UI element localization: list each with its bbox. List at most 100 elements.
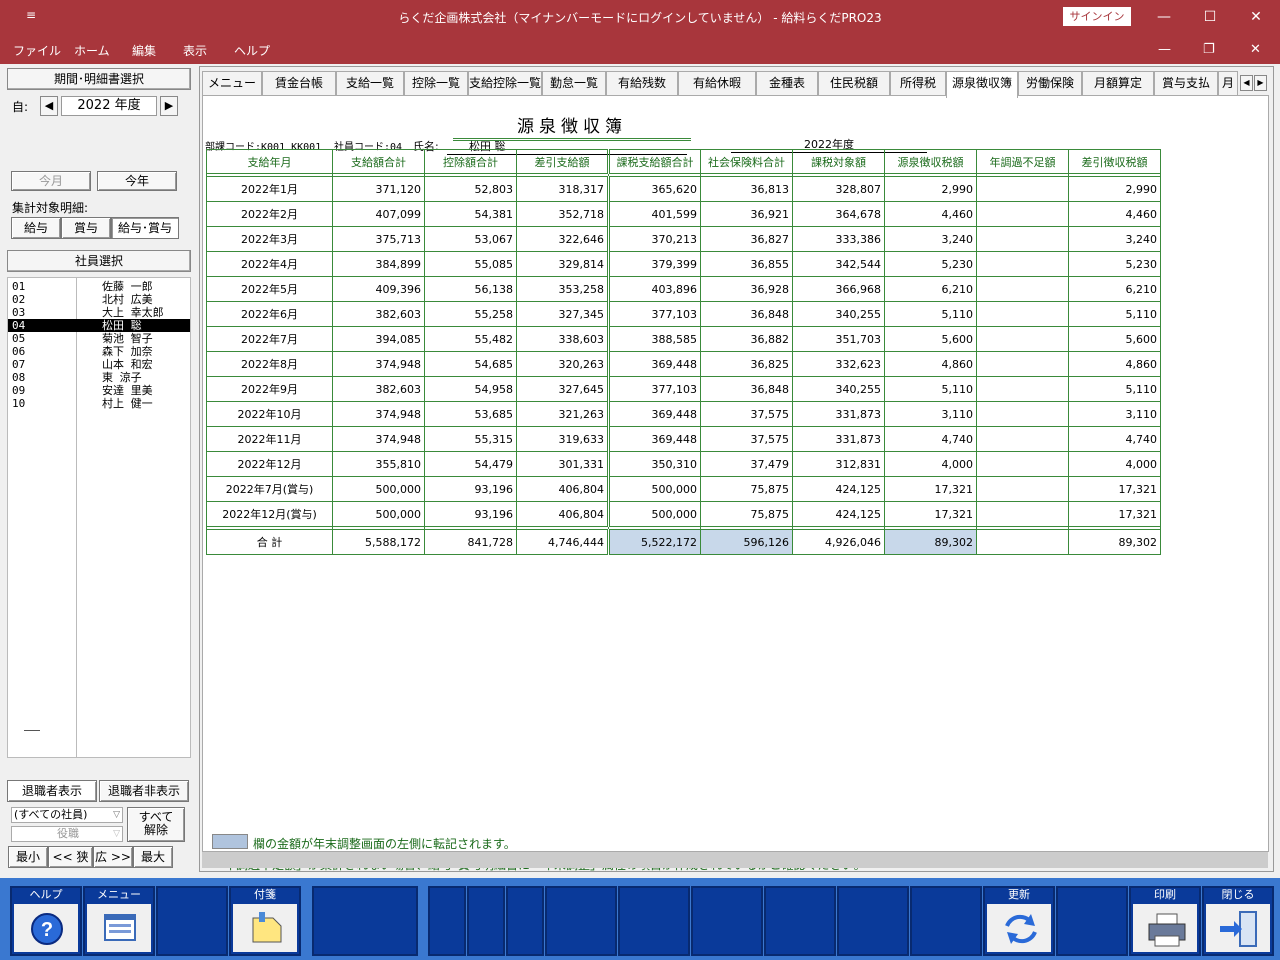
tab-item[interactable]: 労働保険	[1018, 71, 1082, 95]
tab-item[interactable]: 月額算定	[1082, 71, 1154, 95]
table-cell: 2022年3月	[206, 226, 333, 252]
tab-item[interactable]: 賞与支払	[1154, 71, 1218, 95]
table-cell: 17,321	[884, 476, 977, 502]
employee-filter-select[interactable]: (すべての社員) ▽	[11, 807, 123, 823]
total-cell: 89,302	[1068, 529, 1161, 555]
empty-slot-button	[545, 886, 617, 956]
tab-item[interactable]: 月	[1218, 71, 1238, 95]
employee-row[interactable]: 05 菊池 智子	[8, 332, 190, 345]
tab-scroll-left-icon[interactable]: ◀	[1240, 75, 1253, 91]
width-min-button[interactable]: 最小	[8, 846, 48, 868]
this-year-button[interactable]: 今年	[97, 171, 177, 191]
tab-item[interactable]: 賃金台帳	[262, 71, 336, 95]
table-cell: 2022年7月(賞与)	[206, 476, 333, 502]
table-cell: 17,321	[884, 501, 977, 527]
employee-name: 北村 広美	[102, 293, 153, 306]
tab-item[interactable]: 金種表	[756, 71, 818, 95]
clear-all-button[interactable]: すべて 解除	[127, 807, 185, 842]
total-cell: 596,126	[700, 529, 793, 555]
table-cell: 2022年5月	[206, 276, 333, 302]
doc-restore-icon[interactable]: ❐	[1203, 42, 1215, 57]
print-button-label: 印刷	[1131, 888, 1199, 902]
table-cell	[976, 401, 1069, 427]
tab-scroll-right-icon[interactable]: ▶	[1254, 75, 1267, 91]
doc-minimize-icon[interactable]: —	[1158, 42, 1171, 57]
tab-item[interactable]: 有給休暇	[678, 71, 756, 95]
table-cell: 54,958	[424, 376, 517, 402]
tab-item[interactable]: メニュー	[202, 71, 262, 95]
empty-slot-button	[764, 886, 836, 956]
this-month-button[interactable]: 今月	[11, 171, 91, 191]
table-cell: 36,855	[700, 251, 793, 277]
tab-item[interactable]: 勤怠一覧	[542, 71, 606, 95]
menu-home[interactable]: ホーム	[74, 42, 110, 59]
sticky-note-button[interactable]: 付箋	[229, 886, 301, 956]
year-field[interactable]: 2022 年度	[61, 96, 157, 116]
width-narrow-button[interactable]: << 狭	[48, 846, 93, 868]
employee-row[interactable]: 02 北村 広美	[8, 293, 190, 306]
close-window-button[interactable]: 閉じる	[1202, 886, 1274, 956]
employee-row[interactable]: 09 安達 里美	[8, 384, 190, 397]
menu-edit[interactable]: 編集	[132, 42, 156, 59]
column-header: 控除額合計	[424, 149, 517, 174]
employee-name: 山本 和宏	[102, 358, 153, 371]
print-button[interactable]: 印刷	[1129, 886, 1201, 956]
seg-both-button[interactable]: 給与･賞与	[111, 217, 179, 239]
tab-item[interactable]: 支給一覧	[336, 71, 404, 95]
table-cell: 2022年8月	[206, 351, 333, 377]
table-cell: 2022年6月	[206, 301, 333, 327]
seg-salary-button[interactable]: 給与	[11, 217, 61, 239]
menu-view[interactable]: 表示	[183, 42, 207, 59]
tab-item[interactable]: 住民税額	[818, 71, 890, 95]
table-cell: 2022年4月	[206, 251, 333, 277]
employee-row[interactable]: 10 村上 健一	[8, 397, 190, 410]
signin-button[interactable]: サインイン	[1063, 7, 1131, 26]
table-cell: 5,110	[884, 301, 977, 327]
width-max-button[interactable]: 最大	[133, 846, 173, 868]
employee-list[interactable]: 01 佐藤 一郎 02 北村 広美 03 大上 幸太郎 04 松田 聡 05 菊池 智子 06 森下 …	[7, 277, 191, 758]
table-cell: 37,479	[700, 451, 793, 477]
tab-item[interactable]: 源泉徴収簿	[946, 71, 1018, 98]
employee-row[interactable]: 06 森下 加奈	[8, 345, 190, 358]
table-cell: 401,599	[607, 201, 701, 227]
table-cell: 93,196	[424, 476, 517, 502]
help-button[interactable]: ヘルプ?	[10, 886, 82, 956]
menu-bar: ファイル ホーム 編集 表示 ヘルプ — ❐ ✕	[0, 34, 1280, 64]
menu-file[interactable]: ファイル	[13, 42, 61, 59]
employee-row[interactable]: 04 松田 聡	[8, 319, 190, 332]
hide-retired-button[interactable]: 退職者非表示	[99, 780, 189, 802]
next-year-icon[interactable]: ▶	[160, 96, 178, 116]
tab-item[interactable]: 控除一覧	[404, 71, 468, 95]
employee-row[interactable]: 03 大上 幸太郎	[8, 306, 190, 319]
table-cell: 319,633	[516, 426, 609, 452]
table-cell: 3,110	[884, 401, 977, 427]
menu-help[interactable]: ヘルプ	[234, 42, 270, 59]
table-cell: 424,125	[792, 476, 885, 502]
role-filter-select[interactable]: 役職 ▽	[11, 826, 123, 842]
employee-row[interactable]: 08 東 涼子	[8, 371, 190, 384]
width-wide-button[interactable]: 広 >>	[93, 846, 133, 868]
table-row: 2022年2月 407,099 54,381 352,718 401,599 36,921…	[206, 201, 1161, 227]
tab-item[interactable]: 所得税	[890, 71, 946, 95]
table-cell: 36,882	[700, 326, 793, 352]
total-cell	[976, 529, 1069, 555]
empty-slot-button	[1056, 886, 1128, 956]
close-icon[interactable]: ✕	[1244, 6, 1268, 28]
employee-row[interactable]: 01 佐藤 一郎	[8, 280, 190, 293]
employee-row[interactable]: 07 山本 和宏	[8, 358, 190, 371]
tab-item[interactable]: 支給控除一覧	[468, 71, 542, 95]
horizontal-scrollbar[interactable]	[202, 852, 1268, 868]
show-retired-button[interactable]: 退職者表示	[7, 780, 97, 802]
maximize-icon[interactable]: ☐	[1198, 6, 1222, 28]
tab-item[interactable]: 有給残数	[606, 71, 678, 95]
seg-bonus-button[interactable]: 賞与	[61, 217, 111, 239]
prev-year-icon[interactable]: ◀	[40, 96, 58, 116]
table-cell: 36,848	[700, 301, 793, 327]
refresh-button[interactable]: 更新	[983, 886, 1055, 956]
employee-name: 大上 幸太郎	[102, 306, 164, 319]
minimize-icon[interactable]: —	[1152, 6, 1176, 28]
doc-close-icon[interactable]: ✕	[1250, 42, 1261, 57]
table-cell: 2022年1月	[206, 176, 333, 202]
menu-button[interactable]: メニュー	[83, 886, 155, 956]
table-row: 2022年11月 374,948 55,315 319,633 369,448 37,57…	[206, 426, 1161, 452]
